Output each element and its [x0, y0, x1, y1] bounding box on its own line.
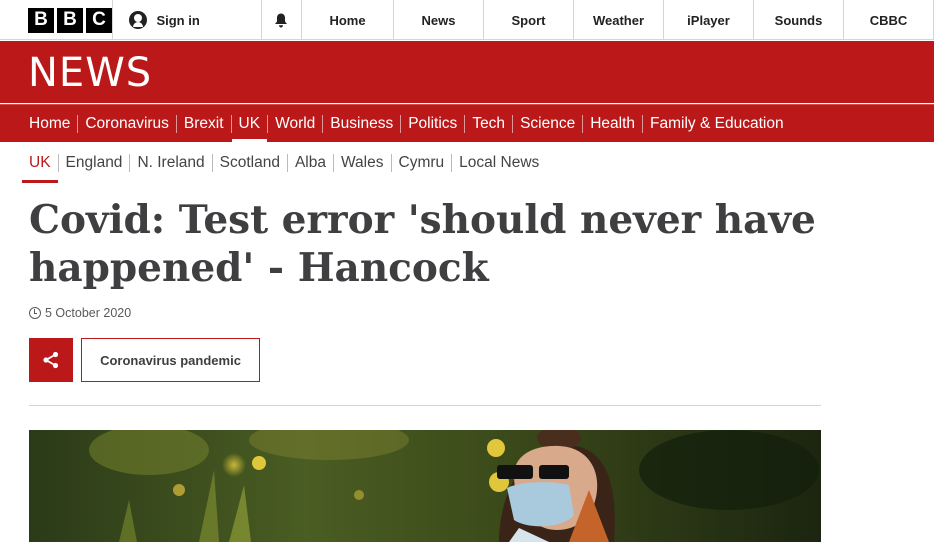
- global-nav-weather[interactable]: Weather: [574, 0, 664, 40]
- nav-coronavirus[interactable]: Coronavirus: [78, 114, 177, 133]
- global-nav-news[interactable]: News: [394, 0, 484, 40]
- bbc-logo-letter-3: C: [86, 7, 112, 33]
- bbc-logo[interactable]: B B C: [0, 0, 114, 40]
- nav-home[interactable]: Home: [22, 114, 79, 133]
- news-banner: NEWS: [0, 41, 934, 103]
- global-nav-iplayer[interactable]: iPlayer: [664, 0, 754, 40]
- clock-icon: [29, 307, 41, 319]
- user-icon: [129, 11, 148, 29]
- subnav-alba[interactable]: Alba: [288, 154, 334, 172]
- subnav-cymru[interactable]: Cymru: [392, 154, 453, 172]
- bbc-logo-letter-1: B: [28, 7, 54, 33]
- bbc-logo-letter-2: B: [57, 7, 83, 33]
- secondary-nav: UK England N. Ireland Scotland Alba Wale…: [0, 146, 934, 183]
- bbc-global-header: B B C Sign in Home News Sport Weather iP…: [0, 0, 934, 40]
- subnav-scotland[interactable]: Scotland: [213, 154, 288, 172]
- global-nav-cbbc[interactable]: CBBC: [844, 0, 934, 40]
- article-date: 5 October 2020: [45, 306, 132, 320]
- primary-nav: Home Coronavirus Brexit UK World Busines…: [0, 104, 934, 143]
- subnav-wales[interactable]: Wales: [334, 154, 392, 172]
- share-button[interactable]: [29, 338, 73, 382]
- article-hero-image: [29, 430, 821, 542]
- global-nav-sounds[interactable]: Sounds: [754, 0, 844, 40]
- nav-science[interactable]: Science: [513, 114, 584, 133]
- news-wordmark[interactable]: NEWS: [28, 50, 152, 96]
- nav-brexit[interactable]: Brexit: [177, 114, 232, 133]
- nav-uk[interactable]: UK: [231, 114, 269, 143]
- nav-tech[interactable]: Tech: [465, 114, 514, 133]
- nav-world[interactable]: World: [268, 114, 324, 133]
- sign-in-label: Sign in: [156, 12, 200, 28]
- bell-icon: [275, 13, 288, 27]
- subnav-uk[interactable]: UK: [22, 154, 59, 183]
- divider: [29, 405, 821, 406]
- subnav-local-news[interactable]: Local News: [452, 154, 546, 172]
- share-icon: [43, 351, 59, 369]
- article-dateline: 5 October 2020: [29, 306, 131, 320]
- article-headline: Covid: Test error 'should never have hap…: [29, 197, 816, 291]
- subnav-england[interactable]: England: [59, 154, 131, 172]
- nav-politics[interactable]: Politics: [401, 114, 466, 133]
- subnav-n-ireland[interactable]: N. Ireland: [130, 154, 213, 172]
- nav-business[interactable]: Business: [323, 114, 402, 133]
- sign-in-link[interactable]: Sign in: [113, 0, 262, 40]
- nav-health[interactable]: Health: [583, 114, 644, 133]
- global-nav-sport[interactable]: Sport: [484, 0, 574, 40]
- global-nav-home[interactable]: Home: [302, 0, 394, 40]
- notifications-button[interactable]: [262, 0, 302, 40]
- hero-photo: [29, 430, 821, 542]
- topic-tag-button[interactable]: Coronavirus pandemic: [81, 338, 260, 382]
- nav-family-education[interactable]: Family & Education: [643, 115, 791, 133]
- global-nav: Home News Sport Weather iPlayer Sounds C…: [302, 0, 934, 40]
